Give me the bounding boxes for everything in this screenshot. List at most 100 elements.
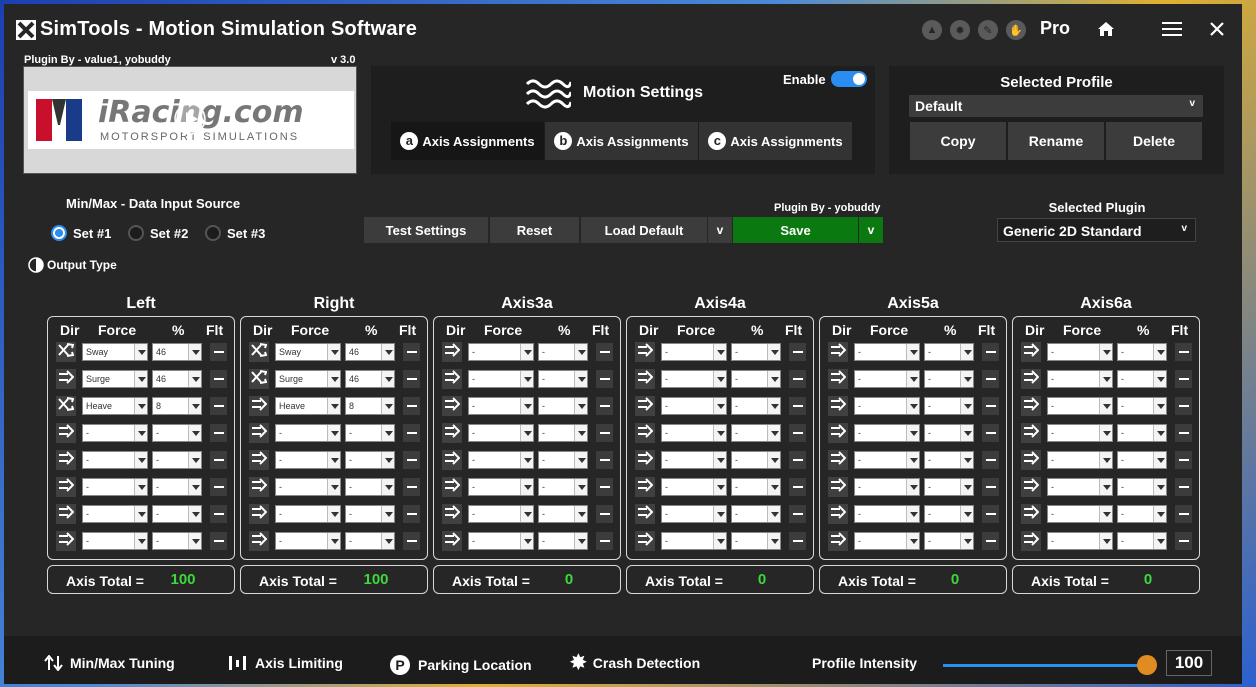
direction-toggle[interactable] bbox=[442, 531, 462, 551]
percent-select[interactable]: - bbox=[538, 505, 588, 523]
filter-button[interactable] bbox=[982, 343, 999, 361]
percent-select[interactable]: 8 bbox=[345, 397, 395, 415]
force-select[interactable]: - bbox=[854, 424, 920, 442]
direction-toggle[interactable] bbox=[249, 477, 269, 497]
force-select[interactable]: - bbox=[275, 478, 341, 496]
filter-button[interactable] bbox=[1175, 397, 1192, 415]
direction-toggle[interactable] bbox=[828, 396, 848, 416]
filter-button[interactable] bbox=[596, 505, 613, 523]
force-select[interactable]: - bbox=[1047, 478, 1113, 496]
tab-axis-assignments-b[interactable]: b Axis Assignments bbox=[545, 122, 698, 160]
set1-radio[interactable]: Set #1 bbox=[51, 225, 111, 241]
filter-button[interactable] bbox=[210, 343, 227, 361]
filter-button[interactable] bbox=[596, 478, 613, 496]
filter-button[interactable] bbox=[210, 505, 227, 523]
direction-toggle[interactable] bbox=[635, 450, 655, 470]
direction-toggle[interactable] bbox=[56, 504, 76, 524]
force-select[interactable]: - bbox=[854, 397, 920, 415]
percent-select[interactable]: - bbox=[152, 478, 202, 496]
percent-select[interactable]: - bbox=[345, 451, 395, 469]
direction-toggle[interactable] bbox=[442, 342, 462, 362]
force-select[interactable]: - bbox=[661, 343, 727, 361]
direction-toggle[interactable] bbox=[249, 369, 269, 389]
force-select[interactable]: - bbox=[661, 532, 727, 550]
percent-select[interactable]: 46 bbox=[152, 343, 202, 361]
direction-toggle[interactable] bbox=[442, 504, 462, 524]
direction-toggle[interactable] bbox=[249, 531, 269, 551]
percent-select[interactable]: - bbox=[538, 397, 588, 415]
percent-select[interactable]: - bbox=[345, 505, 395, 523]
force-select[interactable]: - bbox=[468, 532, 534, 550]
force-select[interactable]: Surge bbox=[275, 370, 341, 388]
direction-toggle[interactable] bbox=[635, 342, 655, 362]
filter-button[interactable] bbox=[1175, 370, 1192, 388]
percent-select[interactable]: - bbox=[731, 343, 781, 361]
force-select[interactable]: - bbox=[661, 478, 727, 496]
crash-detection-button[interactable]: ✸ Crash Detection bbox=[570, 653, 700, 673]
plugin-video-preview[interactable]: iRacing.com MOTORSPORT SIMULATIONS bbox=[23, 66, 357, 174]
percent-select[interactable]: - bbox=[731, 532, 781, 550]
delete-button[interactable]: Delete bbox=[1106, 122, 1202, 160]
force-select[interactable]: - bbox=[468, 478, 534, 496]
intensity-value[interactable]: 100 bbox=[1166, 650, 1212, 676]
filter-button[interactable] bbox=[210, 370, 227, 388]
direction-toggle[interactable] bbox=[1021, 477, 1041, 497]
force-select[interactable]: Heave bbox=[82, 397, 148, 415]
direction-toggle[interactable] bbox=[828, 342, 848, 362]
filter-button[interactable] bbox=[789, 343, 806, 361]
direction-toggle[interactable] bbox=[56, 477, 76, 497]
direction-toggle[interactable] bbox=[635, 396, 655, 416]
force-select[interactable]: - bbox=[1047, 343, 1113, 361]
save-button[interactable]: Save bbox=[733, 217, 858, 243]
percent-select[interactable]: - bbox=[731, 478, 781, 496]
filter-button[interactable] bbox=[789, 397, 806, 415]
filter-button[interactable] bbox=[982, 370, 999, 388]
filter-button[interactable] bbox=[982, 424, 999, 442]
force-select[interactable]: - bbox=[468, 451, 534, 469]
filter-button[interactable] bbox=[1175, 424, 1192, 442]
direction-toggle[interactable] bbox=[56, 396, 76, 416]
force-select[interactable]: - bbox=[82, 532, 148, 550]
play-icon[interactable] bbox=[174, 103, 206, 135]
save-dropdown[interactable]: v bbox=[859, 217, 883, 243]
percent-select[interactable]: 8 bbox=[152, 397, 202, 415]
filter-button[interactable] bbox=[403, 343, 420, 361]
direction-toggle[interactable] bbox=[442, 396, 462, 416]
direction-toggle[interactable] bbox=[442, 423, 462, 443]
force-select[interactable]: - bbox=[854, 370, 920, 388]
percent-select[interactable]: - bbox=[731, 505, 781, 523]
force-select[interactable]: - bbox=[468, 397, 534, 415]
filter-button[interactable] bbox=[596, 343, 613, 361]
output-type-button[interactable]: Output Type bbox=[28, 257, 117, 273]
filter-button[interactable] bbox=[789, 532, 806, 550]
reset-button[interactable]: Reset bbox=[490, 217, 579, 243]
filter-button[interactable] bbox=[982, 505, 999, 523]
percent-select[interactable]: - bbox=[1117, 343, 1167, 361]
percent-select[interactable]: - bbox=[538, 370, 588, 388]
percent-select[interactable]: - bbox=[345, 532, 395, 550]
test-settings-button[interactable]: Test Settings bbox=[364, 217, 488, 243]
force-select[interactable]: - bbox=[275, 451, 341, 469]
force-select[interactable]: - bbox=[1047, 397, 1113, 415]
direction-toggle[interactable] bbox=[1021, 450, 1041, 470]
force-select[interactable]: - bbox=[854, 451, 920, 469]
percent-select[interactable]: - bbox=[538, 478, 588, 496]
force-select[interactable]: - bbox=[661, 397, 727, 415]
direction-toggle[interactable] bbox=[442, 369, 462, 389]
filter-button[interactable] bbox=[596, 532, 613, 550]
percent-select[interactable]: - bbox=[731, 397, 781, 415]
filter-button[interactable] bbox=[403, 532, 420, 550]
percent-select[interactable]: 46 bbox=[152, 370, 202, 388]
percent-select[interactable]: - bbox=[152, 505, 202, 523]
force-select[interactable]: - bbox=[275, 424, 341, 442]
force-select[interactable]: Sway bbox=[275, 343, 341, 361]
direction-toggle[interactable] bbox=[442, 477, 462, 497]
filter-button[interactable] bbox=[403, 478, 420, 496]
percent-select[interactable]: - bbox=[1117, 370, 1167, 388]
force-select[interactable]: - bbox=[854, 343, 920, 361]
percent-select[interactable]: 46 bbox=[345, 343, 395, 361]
force-select[interactable]: - bbox=[661, 370, 727, 388]
filter-button[interactable] bbox=[403, 505, 420, 523]
force-select[interactable]: - bbox=[1047, 505, 1113, 523]
force-select[interactable]: Sway bbox=[82, 343, 148, 361]
